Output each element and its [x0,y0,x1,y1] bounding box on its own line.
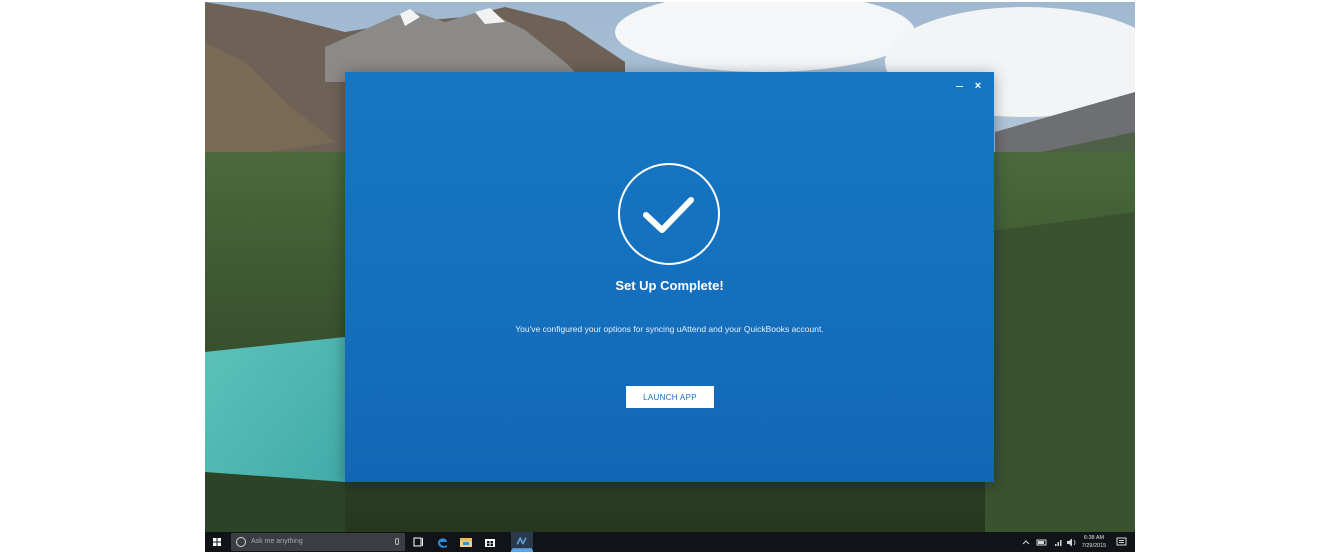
minimize-icon [955,86,963,87]
store-icon[interactable] [479,532,501,552]
microphone-icon[interactable] [395,538,399,545]
taskbar-clock[interactable]: 6:38 AM 7/29/2015 [1079,534,1109,550]
file-explorer-icon[interactable] [455,532,477,552]
close-button[interactable]: × [970,78,986,94]
clock-time: 6:38 AM [1083,535,1105,541]
dialog-title: Set Up Complete! [615,278,724,293]
launch-app-button[interactable]: LAUNCH APP [626,386,714,408]
search-placeholder: Ask me anything [251,538,303,545]
minimize-button[interactable] [951,78,967,94]
taskbar: Ask me anything 6:38 AM 7/29/2015 [205,532,1135,552]
cortana-circle-icon [236,537,246,547]
clock-date: 7/29/2015 [1081,543,1107,549]
task-view-icon[interactable] [407,532,429,552]
cortana-search-box[interactable]: Ask me anything [231,533,405,551]
uattend-app-icon[interactable] [511,532,533,552]
windows-start-icon[interactable] [205,532,229,552]
checkmark-circle-icon [618,163,720,265]
desktop-screen: × Set Up Complete! You've configured you… [205,2,1135,552]
edge-browser-icon[interactable] [431,532,453,552]
setup-complete-dialog: × Set Up Complete! You've configured you… [345,72,994,482]
action-center-icon[interactable] [1111,532,1133,552]
dialog-message: You've configured your options for synci… [515,324,824,334]
